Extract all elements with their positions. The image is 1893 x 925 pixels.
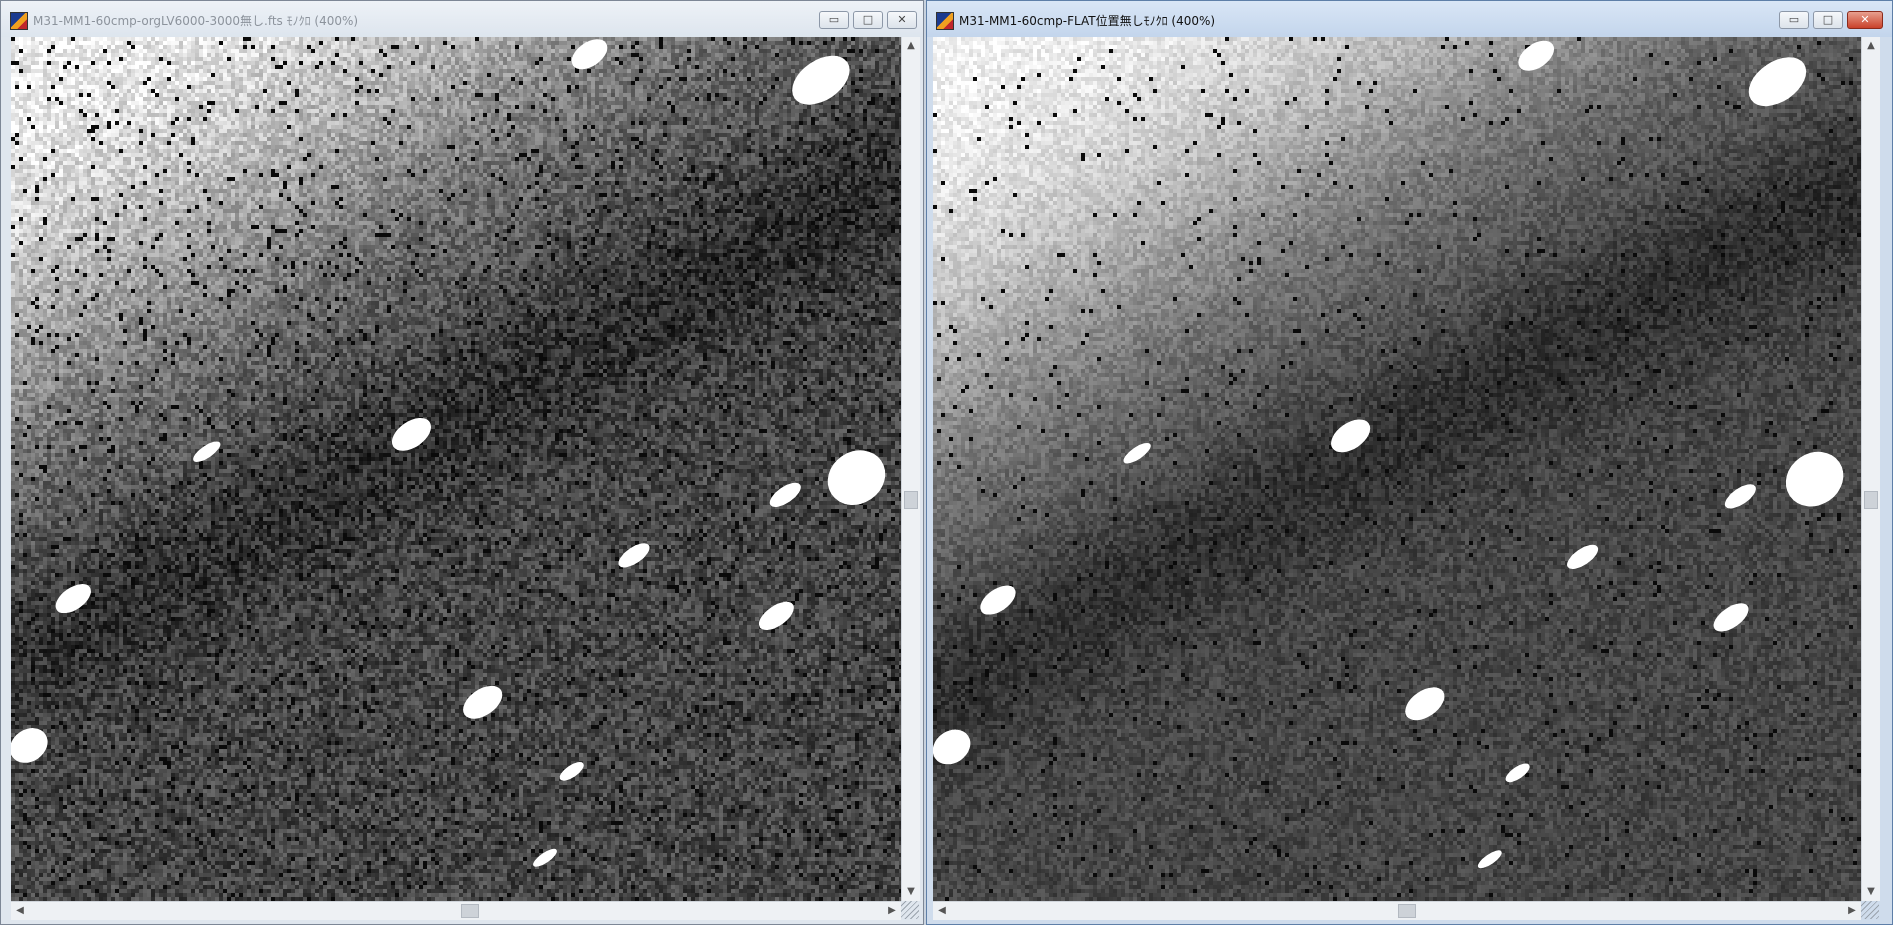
app-icon[interactable] bbox=[936, 12, 954, 30]
image-window-left[interactable]: M31-MM1-60cmp-orgLV6000-3000無し.fts ﾓﾉｸﾛ … bbox=[0, 0, 924, 925]
resize-grip-left[interactable] bbox=[901, 901, 919, 919]
vertical-scrollbar-right[interactable]: ▲ ▼ bbox=[1861, 37, 1880, 901]
arrow-left-icon: ◀ bbox=[16, 905, 24, 916]
vertical-scroll-thumb-left[interactable] bbox=[904, 491, 918, 509]
resize-grip-right[interactable] bbox=[1861, 901, 1879, 919]
window-title-left: M31-MM1-60cmp-orgLV6000-3000無し.fts ﾓﾉｸﾛ … bbox=[33, 14, 359, 28]
arrow-left-icon: ◀ bbox=[938, 905, 946, 916]
minimize-button-right[interactable]: ▭ bbox=[1779, 11, 1809, 29]
arrow-right-icon: ▶ bbox=[888, 905, 896, 916]
scroll-up-button-right[interactable]: ▲ bbox=[1862, 37, 1880, 55]
horizontal-scroll-thumb-right[interactable] bbox=[1398, 904, 1416, 918]
minimize-icon: ▭ bbox=[1788, 13, 1800, 26]
vertical-scroll-thumb-right[interactable] bbox=[1864, 491, 1878, 509]
title-bar-left[interactable]: M31-MM1-60cmp-orgLV6000-3000無し.fts ﾓﾉｸﾛ … bbox=[1, 1, 923, 37]
close-icon: ✕ bbox=[897, 13, 907, 26]
app-icon[interactable] bbox=[10, 12, 28, 30]
scroll-up-button-left[interactable]: ▲ bbox=[902, 37, 920, 55]
arrow-down-icon: ▼ bbox=[1867, 886, 1875, 897]
maximize-button-right[interactable]: □ bbox=[1813, 11, 1843, 29]
close-button-left[interactable]: ✕ bbox=[887, 11, 917, 29]
image-canvas-left[interactable] bbox=[11, 37, 901, 901]
horizontal-scrollbar-left[interactable]: ◀ ▶ bbox=[11, 901, 901, 920]
minimize-button-left[interactable]: ▭ bbox=[819, 11, 849, 29]
horizontal-scrollbar-right[interactable]: ◀ ▶ bbox=[933, 901, 1861, 920]
maximize-icon: □ bbox=[1822, 13, 1834, 26]
maximize-button-left[interactable]: □ bbox=[853, 11, 883, 29]
minimize-icon: ▭ bbox=[828, 13, 840, 26]
arrow-right-icon: ▶ bbox=[1848, 905, 1856, 916]
close-button-right[interactable]: ✕ bbox=[1847, 11, 1883, 29]
arrow-down-icon: ▼ bbox=[907, 886, 915, 897]
scroll-right-button-right[interactable]: ▶ bbox=[1843, 902, 1861, 920]
scroll-right-button-left[interactable]: ▶ bbox=[883, 902, 901, 920]
scroll-down-button-left[interactable]: ▼ bbox=[902, 883, 920, 901]
maximize-icon: □ bbox=[862, 13, 874, 26]
scroll-down-button-right[interactable]: ▼ bbox=[1862, 883, 1880, 901]
vertical-scrollbar-left[interactable]: ▲ ▼ bbox=[901, 37, 920, 901]
scroll-left-button-right[interactable]: ◀ bbox=[933, 902, 951, 920]
image-canvas-right[interactable] bbox=[933, 37, 1861, 901]
horizontal-scroll-thumb-left[interactable] bbox=[461, 904, 479, 918]
close-icon: ✕ bbox=[1860, 13, 1870, 26]
image-window-right[interactable]: M31-MM1-60cmp-FLAT位置無しﾓﾉｸﾛ (400%) ▭ □ ✕ … bbox=[926, 0, 1893, 925]
title-bar-right[interactable]: M31-MM1-60cmp-FLAT位置無しﾓﾉｸﾛ (400%) ▭ □ ✕ bbox=[927, 1, 1892, 37]
scroll-left-button-left[interactable]: ◀ bbox=[11, 902, 29, 920]
arrow-up-icon: ▲ bbox=[1867, 40, 1875, 51]
arrow-up-icon: ▲ bbox=[907, 40, 915, 51]
window-title-right: M31-MM1-60cmp-FLAT位置無しﾓﾉｸﾛ (400%) bbox=[959, 14, 1216, 28]
